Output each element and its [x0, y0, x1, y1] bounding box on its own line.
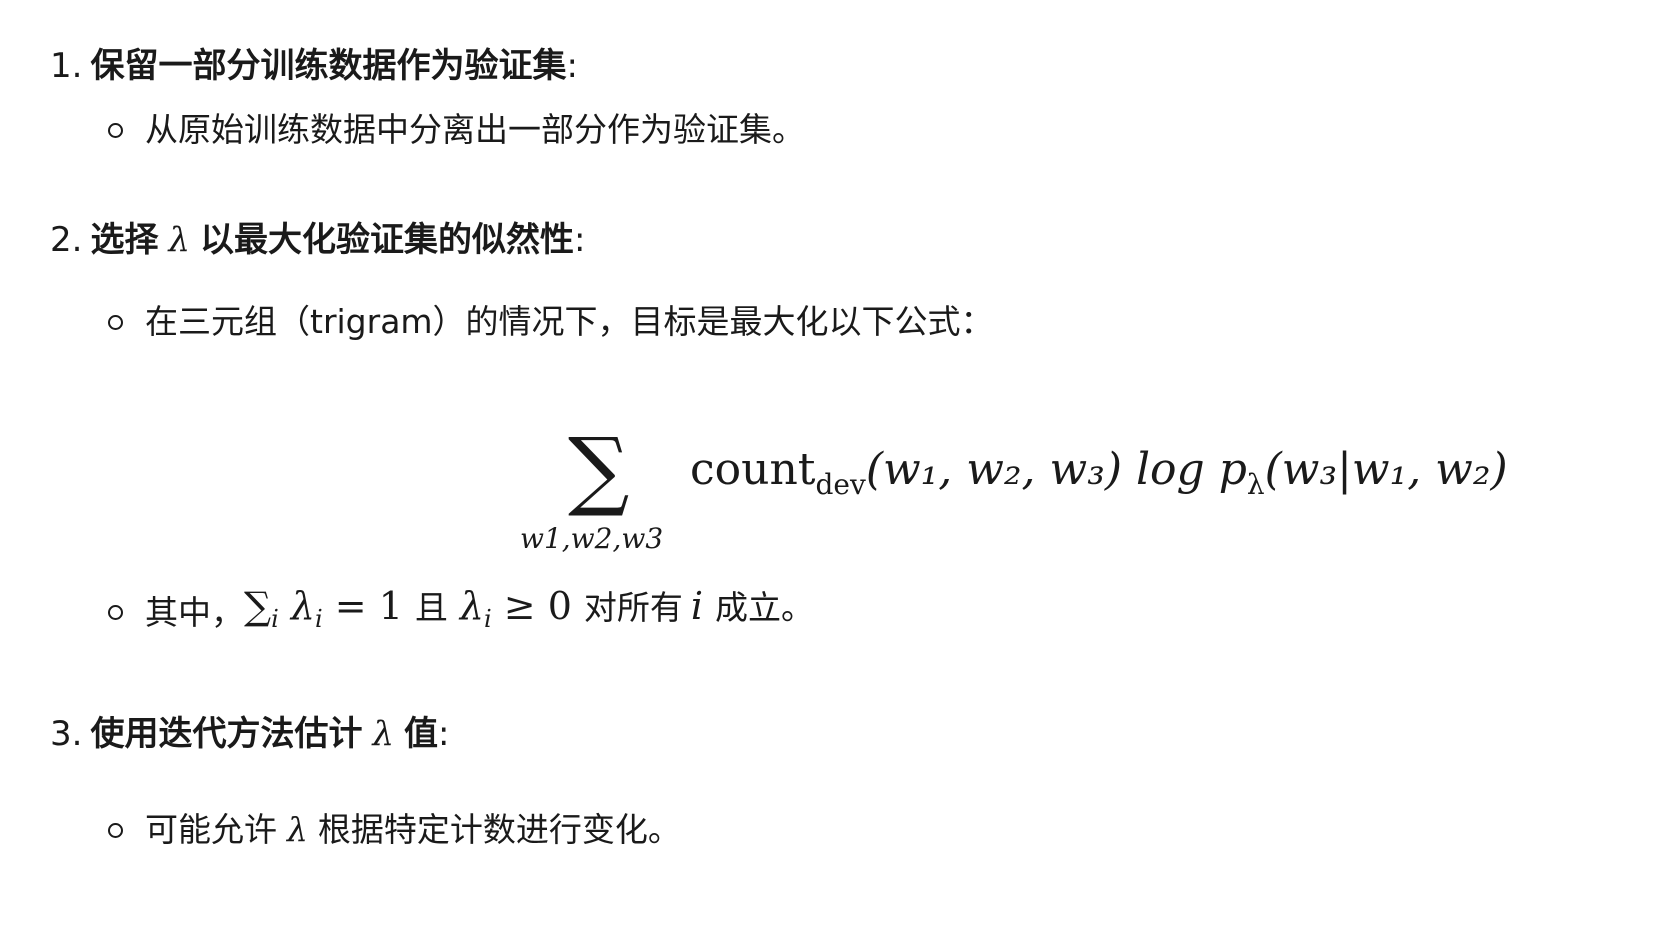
item-title-part1: 使用迭代方法估计	[90, 714, 363, 754]
colon: :	[574, 220, 586, 260]
bullet-circle-icon	[108, 605, 123, 620]
item-2-heading: 2. 选择 λ 以最大化验证集的似然性:	[50, 218, 585, 262]
display-formula: ∑ w1,w2,w3 countdev(w₁, w₂, w₃) log pλ(w…	[520, 420, 1530, 560]
bullet-circle-icon	[108, 314, 123, 330]
formula-expression: countdev(w₁, w₂, w₃) log pλ(w₃|w₁, w₂)	[690, 444, 1508, 501]
item-3-heading: 3. 使用迭代方法估计 λ 值:	[50, 712, 449, 756]
document-page: 1. 保留一部分训练数据作为验证集: 从原始训练数据中分离出一部分作为验证集。 2…	[0, 0, 1668, 942]
eq2-rhs: ≥ 0	[503, 584, 572, 628]
bullet-text: 在三元组（trigram）的情况下，目标是最大化以下公式：	[145, 302, 994, 341]
item-3-bullet: 可能允许 λ 根据特定计数进行变化。	[108, 808, 681, 852]
item-title-part2: 以最大化验证集的似然性	[200, 220, 575, 260]
formula-args: (w₁, w₂, w₃) log p	[865, 444, 1247, 495]
item-number: 1.	[50, 46, 83, 86]
lambda-symbol: λ	[287, 810, 308, 849]
item-2-bullet-1: 在三元组（trigram）的情况下，目标是最大化以下公式：	[108, 300, 994, 344]
suffix-text: 成立。	[715, 588, 815, 627]
summation-symbol: ∑	[568, 420, 630, 520]
lambda-symbol: λ	[168, 220, 191, 260]
item-title: 保留一部分训练数据作为验证集	[90, 46, 567, 86]
item-number: 2.	[50, 220, 83, 260]
sum-symbol: ∑	[244, 584, 272, 628]
for-all-text: 对所有	[583, 588, 683, 627]
formula-conditional: (w₃|w₁, w₂)	[1264, 444, 1508, 495]
item-title-part1: 选择	[90, 220, 159, 260]
item-number: 3.	[50, 714, 83, 754]
colon: :	[566, 46, 578, 86]
item-title-part2: 值	[404, 714, 439, 754]
lambda-symbol: λ	[459, 584, 484, 628]
item-1-heading: 1. 保留一部分训练数据作为验证集:	[50, 44, 578, 88]
bullet-circle-icon	[108, 122, 123, 138]
colon: :	[438, 714, 450, 754]
lambda-symbol: λ	[372, 714, 395, 754]
bullet-suffix: 根据特定计数进行变化。	[317, 810, 681, 849]
bullet-text: 从原始训练数据中分离出一部分作为验证集。	[145, 110, 805, 149]
var-i: i	[690, 584, 704, 628]
bullet-prefix: 其中，	[145, 592, 244, 632]
summation-index: w1,w2,w3	[520, 522, 664, 555]
count-subscript: dev	[815, 468, 866, 501]
eq1-rhs: = 1	[334, 584, 403, 628]
lambda-symbol: λ	[290, 584, 316, 628]
p-subscript: λ	[1246, 468, 1265, 501]
lambda-subscript: i	[315, 605, 323, 633]
item-2-bullet-2: 其中， ∑i λi = 1 且 λi ≥ 0 对所有 i 成立。	[108, 584, 814, 641]
bullet-circle-icon	[108, 822, 123, 838]
count-text: count	[690, 444, 816, 495]
bullet-prefix: 可能允许	[145, 810, 277, 849]
and-text: 且	[414, 588, 448, 627]
sum-subscript: i	[271, 605, 279, 633]
item-1-bullet: 从原始训练数据中分离出一部分作为验证集。	[108, 108, 805, 152]
constraint-math: ∑i λi = 1 且 λi ≥ 0 对所有 i 成立。	[244, 584, 814, 641]
lambda-subscript: i	[484, 605, 492, 633]
